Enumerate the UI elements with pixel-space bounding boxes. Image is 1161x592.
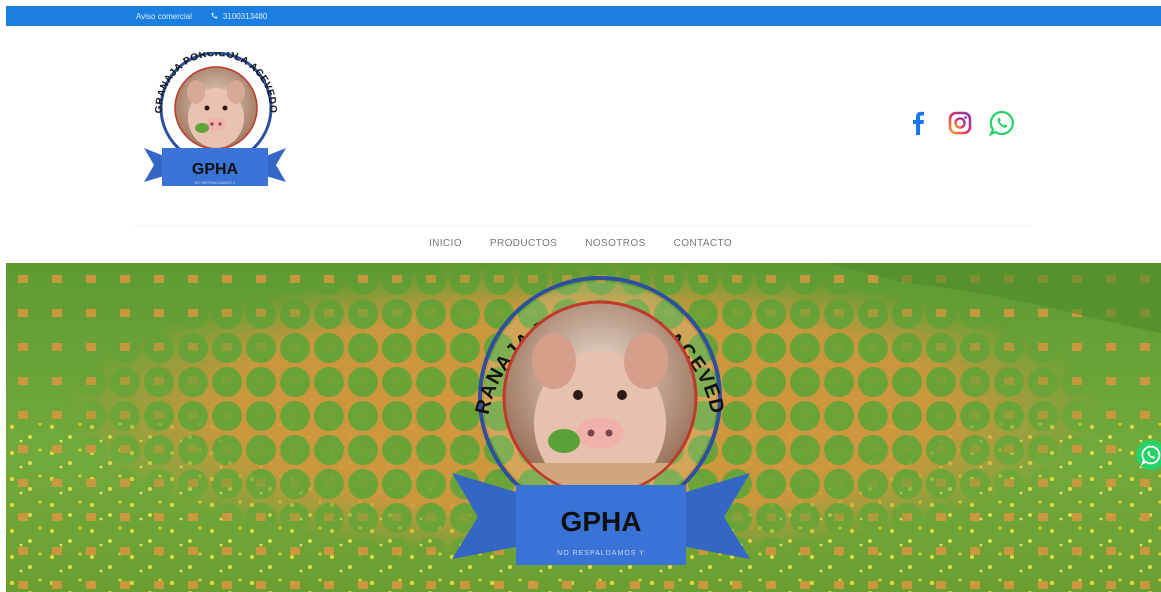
hero-banner: GRANAJA PORCICOLA ACEVEDO GPHA NO RESPAL… [6,263,1161,592]
topbar-content: Aviso comercial 3100313480 [136,6,267,26]
facebook-icon [913,111,924,135]
topbar-phone-number: 3100313480 [222,11,268,21]
header-logo-tagline: NO RESPALDAMOS Y [195,180,236,185]
whatsapp-icon [989,110,1014,136]
nav-item-contacto[interactable]: CONTACTO [674,236,732,251]
instagram-icon [948,111,972,135]
nav-item-nosotros[interactable]: NOSOTROS [585,236,645,251]
hero-logo-tagline: NO RESPALDAMOS Y [557,550,645,557]
header-logo[interactable]: GRANAJA PORCICOLA ACEVEDO GPHA NO RESPAL… [140,52,290,192]
facebook-link[interactable] [905,110,931,136]
instagram-link[interactable] [947,110,973,136]
floating-whatsapp-button[interactable] [1136,440,1161,470]
header-logo-ribbon-text: GPHA [192,161,239,178]
hero-background: GRANAJA PORCICOLA ACEVEDO GPHA NO RESPAL… [6,263,1161,592]
nav-item-inicio[interactable]: INICIO [429,236,462,251]
page: Aviso comercial 3100313480 GRANAJA PORCI… [0,0,1161,592]
topbar-phone[interactable]: 3100313480 [210,11,268,21]
hero-logo-ribbon-text: GPHA [561,506,642,537]
whatsapp-link[interactable] [989,110,1015,136]
phone-icon [211,12,218,19]
top-info-bar: Aviso comercial 3100313480 [6,6,1161,26]
social-links [905,110,1015,136]
topbar-notice: Aviso comercial [136,11,192,21]
whatsapp-icon [1141,445,1161,465]
header-divider [135,226,1030,227]
nav-item-productos[interactable]: PRODUCTOS [490,236,557,251]
main-nav: INICIO PRODUCTOS NOSOTROS CONTACTO [0,236,1161,251]
